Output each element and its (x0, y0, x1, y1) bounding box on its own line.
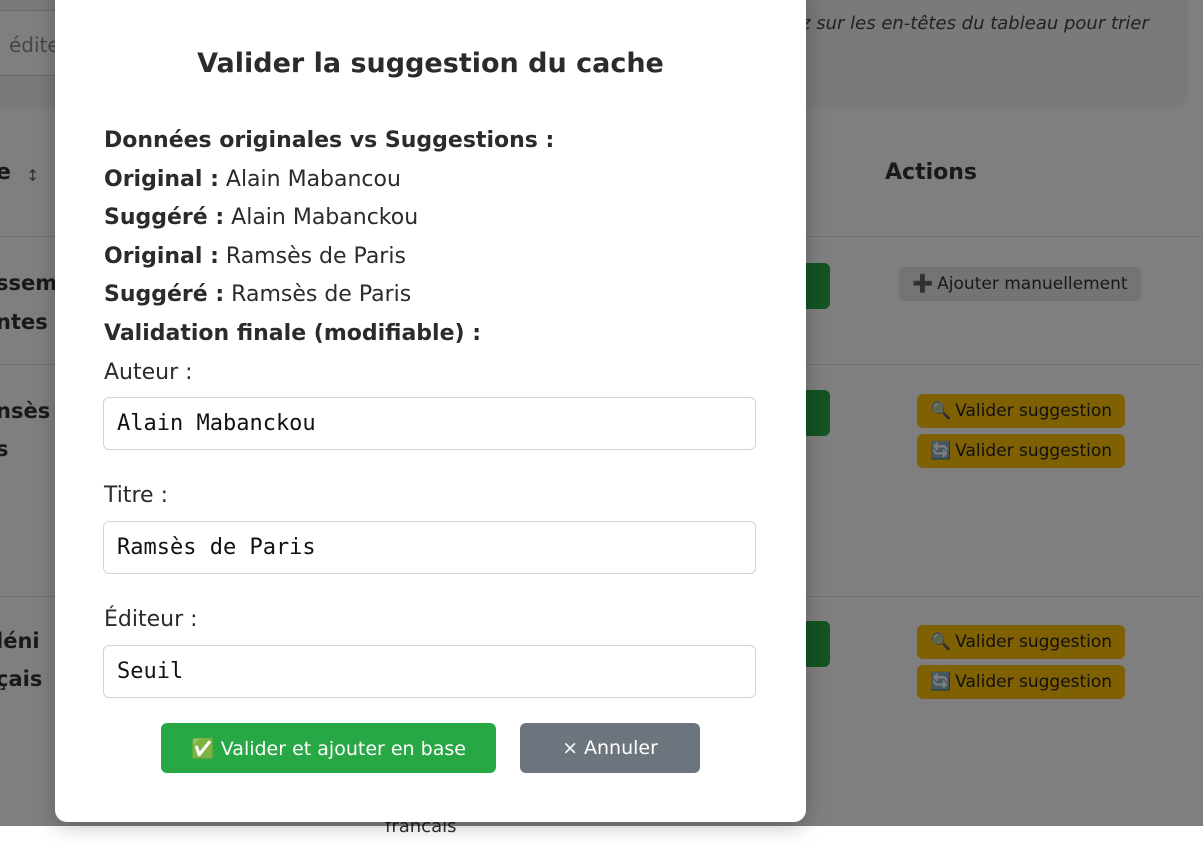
comparison-row: Original : Ramsès de Paris (104, 244, 406, 269)
comparison-value: Alain Mabanckou (231, 205, 419, 230)
publisher-input[interactable] (103, 645, 756, 698)
author-label: Auteur : (104, 360, 193, 385)
comparison-row: Suggéré : Alain Mabanckou (104, 205, 418, 230)
comparison-row: Original : Alain Mabancou (104, 167, 401, 192)
comparison-value: Ramsès de Paris (225, 244, 406, 269)
validate-suggestion-modal: Valider la suggestion du cache Données o… (55, 0, 806, 822)
validate-and-add-button[interactable]: ✅ Valider et ajouter en base (161, 723, 496, 773)
comparison-value: Ramsès de Paris (231, 282, 412, 307)
comparison-value: Alain Mabancou (225, 167, 401, 192)
title-label: Titre : (104, 483, 169, 508)
comparison-label: Original : (104, 167, 219, 192)
comparison-label: Original : (104, 244, 219, 269)
title-input[interactable] (103, 521, 756, 574)
cancel-button[interactable]: × Annuler (520, 723, 700, 773)
comparison-label: Suggéré : (104, 282, 225, 307)
comparison-label: Suggéré : (104, 205, 225, 230)
author-input[interactable] (103, 397, 756, 450)
comparison-heading: Données originales vs Suggestions : (104, 128, 555, 153)
validation-heading: Validation finale (modifiable) : (104, 321, 482, 346)
publisher-label: Éditeur : (104, 607, 198, 632)
comparison-row: Suggéré : Ramsès de Paris (104, 282, 411, 307)
modal-title: Valider la suggestion du cache (197, 48, 664, 79)
